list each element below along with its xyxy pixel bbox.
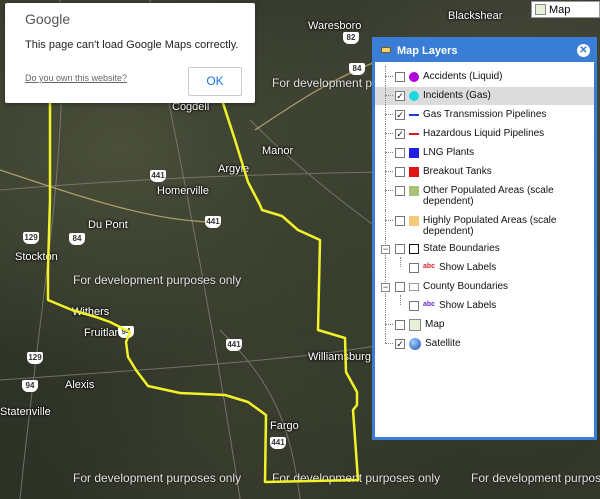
close-icon[interactable]: ✕ [577, 44, 590, 57]
layer-checkbox[interactable] [395, 148, 405, 158]
tree-line [400, 257, 402, 267]
layer-checkbox[interactable] [395, 282, 405, 292]
layer-checkbox[interactable] [395, 244, 405, 254]
layer-checkbox[interactable] [409, 301, 419, 311]
layer-item-lng-plants[interactable]: LNG Plants [375, 142, 594, 162]
layer-item-state-boundaries[interactable]: − State Boundaries [375, 238, 594, 258]
tree-line [385, 152, 393, 154]
layer-item-map[interactable]: Map [375, 314, 594, 334]
layer-item-accidents-liquid[interactable]: Accidents (Liquid) [375, 66, 594, 86]
map-type-icon [535, 4, 546, 15]
layer-checkbox[interactable] [409, 263, 419, 273]
square-swatch-icon [409, 216, 419, 226]
layer-item-incidents-gas[interactable]: ✓ Incidents (Gas) [375, 85, 594, 105]
layer-label: Satellite [425, 338, 461, 349]
layer-label: State Boundaries [423, 243, 500, 254]
tree-line [385, 333, 387, 343]
tree-line [385, 257, 387, 277]
tree-line [385, 220, 393, 222]
tree-line [385, 343, 393, 345]
tree-line [385, 210, 387, 240]
tree-line [385, 76, 393, 78]
layer-label: Other Populated Areas (scale dependent) [423, 185, 554, 207]
layer-item-gas-transmission[interactable]: ✓ Gas Transmission Pipelines [375, 104, 594, 124]
line-swatch-icon [409, 114, 419, 116]
tree-line [385, 171, 393, 173]
collapse-toggle-icon[interactable]: − [381, 245, 390, 254]
tree-line [400, 295, 402, 305]
google-maps-error-dialog: Google This page can't load Google Maps … [5, 3, 255, 103]
layer-label: County Boundaries [423, 281, 509, 292]
layer-item-hazardous-liquid[interactable]: ✓ Hazardous Liquid Pipelines [375, 123, 594, 143]
ok-button[interactable]: OK [188, 67, 242, 96]
layer-label: Incidents (Gas) [423, 90, 491, 101]
layers-panel-title: Map Layers [397, 45, 458, 57]
layer-label: Highly Populated Areas (scale dependent) [423, 215, 557, 237]
layer-checkbox[interactable]: ✓ [395, 91, 405, 101]
tree-line [385, 190, 393, 192]
layer-label: Breakout Tanks [423, 166, 492, 177]
line-swatch-icon [409, 133, 419, 135]
map-type-label: Map [549, 4, 571, 16]
map-type-control[interactable]: Map [531, 1, 600, 18]
boundary-swatch-icon [409, 244, 419, 254]
map-icon [409, 319, 421, 331]
layer-label: Map [425, 319, 445, 330]
layer-item-satellite[interactable]: ✓ Satellite [375, 333, 594, 353]
tree-line [385, 133, 393, 135]
layer-checkbox[interactable]: ✓ [395, 339, 405, 349]
globe-icon [409, 338, 421, 350]
collapse-toggle-icon[interactable]: − [381, 283, 390, 292]
circle-swatch-icon [409, 91, 419, 101]
layer-label: Hazardous Liquid Pipelines [423, 128, 545, 139]
layer-item-breakout-tanks[interactable]: Breakout Tanks [375, 161, 594, 181]
error-message: This page can't load Google Maps correct… [25, 39, 239, 51]
layer-item-county-boundaries[interactable]: − County Boundaries [375, 276, 594, 296]
layer-label: Show Labels [439, 300, 497, 311]
layer-item-highly-populated[interactable]: Highly Populated Areas (scale dependent) [375, 210, 594, 240]
square-swatch-icon [409, 148, 419, 158]
layers-icon [381, 47, 391, 53]
layer-item-state-show-labels[interactable]: abc Show Labels [375, 257, 594, 277]
tree-line [385, 295, 387, 315]
boundary-swatch-icon [409, 283, 419, 291]
layer-checkbox[interactable] [395, 186, 405, 196]
label-abc-icon: abc [423, 301, 436, 308]
layer-label: Gas Transmission Pipelines [423, 109, 547, 120]
layer-checkbox[interactable] [395, 167, 405, 177]
google-logo: Google [25, 11, 71, 27]
tree-line [385, 180, 387, 210]
map-layers-panel: Map Layers ✕ Accidents (Liquid) ✓ Incide… [372, 37, 597, 440]
tree-line [385, 114, 393, 116]
layer-item-other-populated[interactable]: Other Populated Areas (scale dependent) [375, 180, 594, 210]
circle-swatch-icon [409, 72, 419, 82]
layer-label: Accidents (Liquid) [423, 71, 503, 82]
label-abc-icon: abc [423, 263, 436, 270]
layer-checkbox[interactable]: ✓ [395, 110, 405, 120]
layer-checkbox[interactable] [395, 72, 405, 82]
layer-checkbox[interactable] [395, 216, 405, 226]
layer-label: LNG Plants [423, 147, 475, 158]
square-swatch-icon [409, 186, 419, 196]
layers-panel-header: Map Layers ✕ [375, 40, 594, 62]
layer-label: Show Labels [439, 262, 497, 273]
own-website-link[interactable]: Do you own this website? [25, 73, 127, 83]
tree-line [385, 324, 393, 326]
tree-line [385, 95, 393, 97]
layer-item-county-show-labels[interactable]: abc Show Labels [375, 295, 594, 315]
layer-checkbox[interactable]: ✓ [395, 129, 405, 139]
layer-checkbox[interactable] [395, 320, 405, 330]
square-swatch-icon [409, 167, 419, 177]
